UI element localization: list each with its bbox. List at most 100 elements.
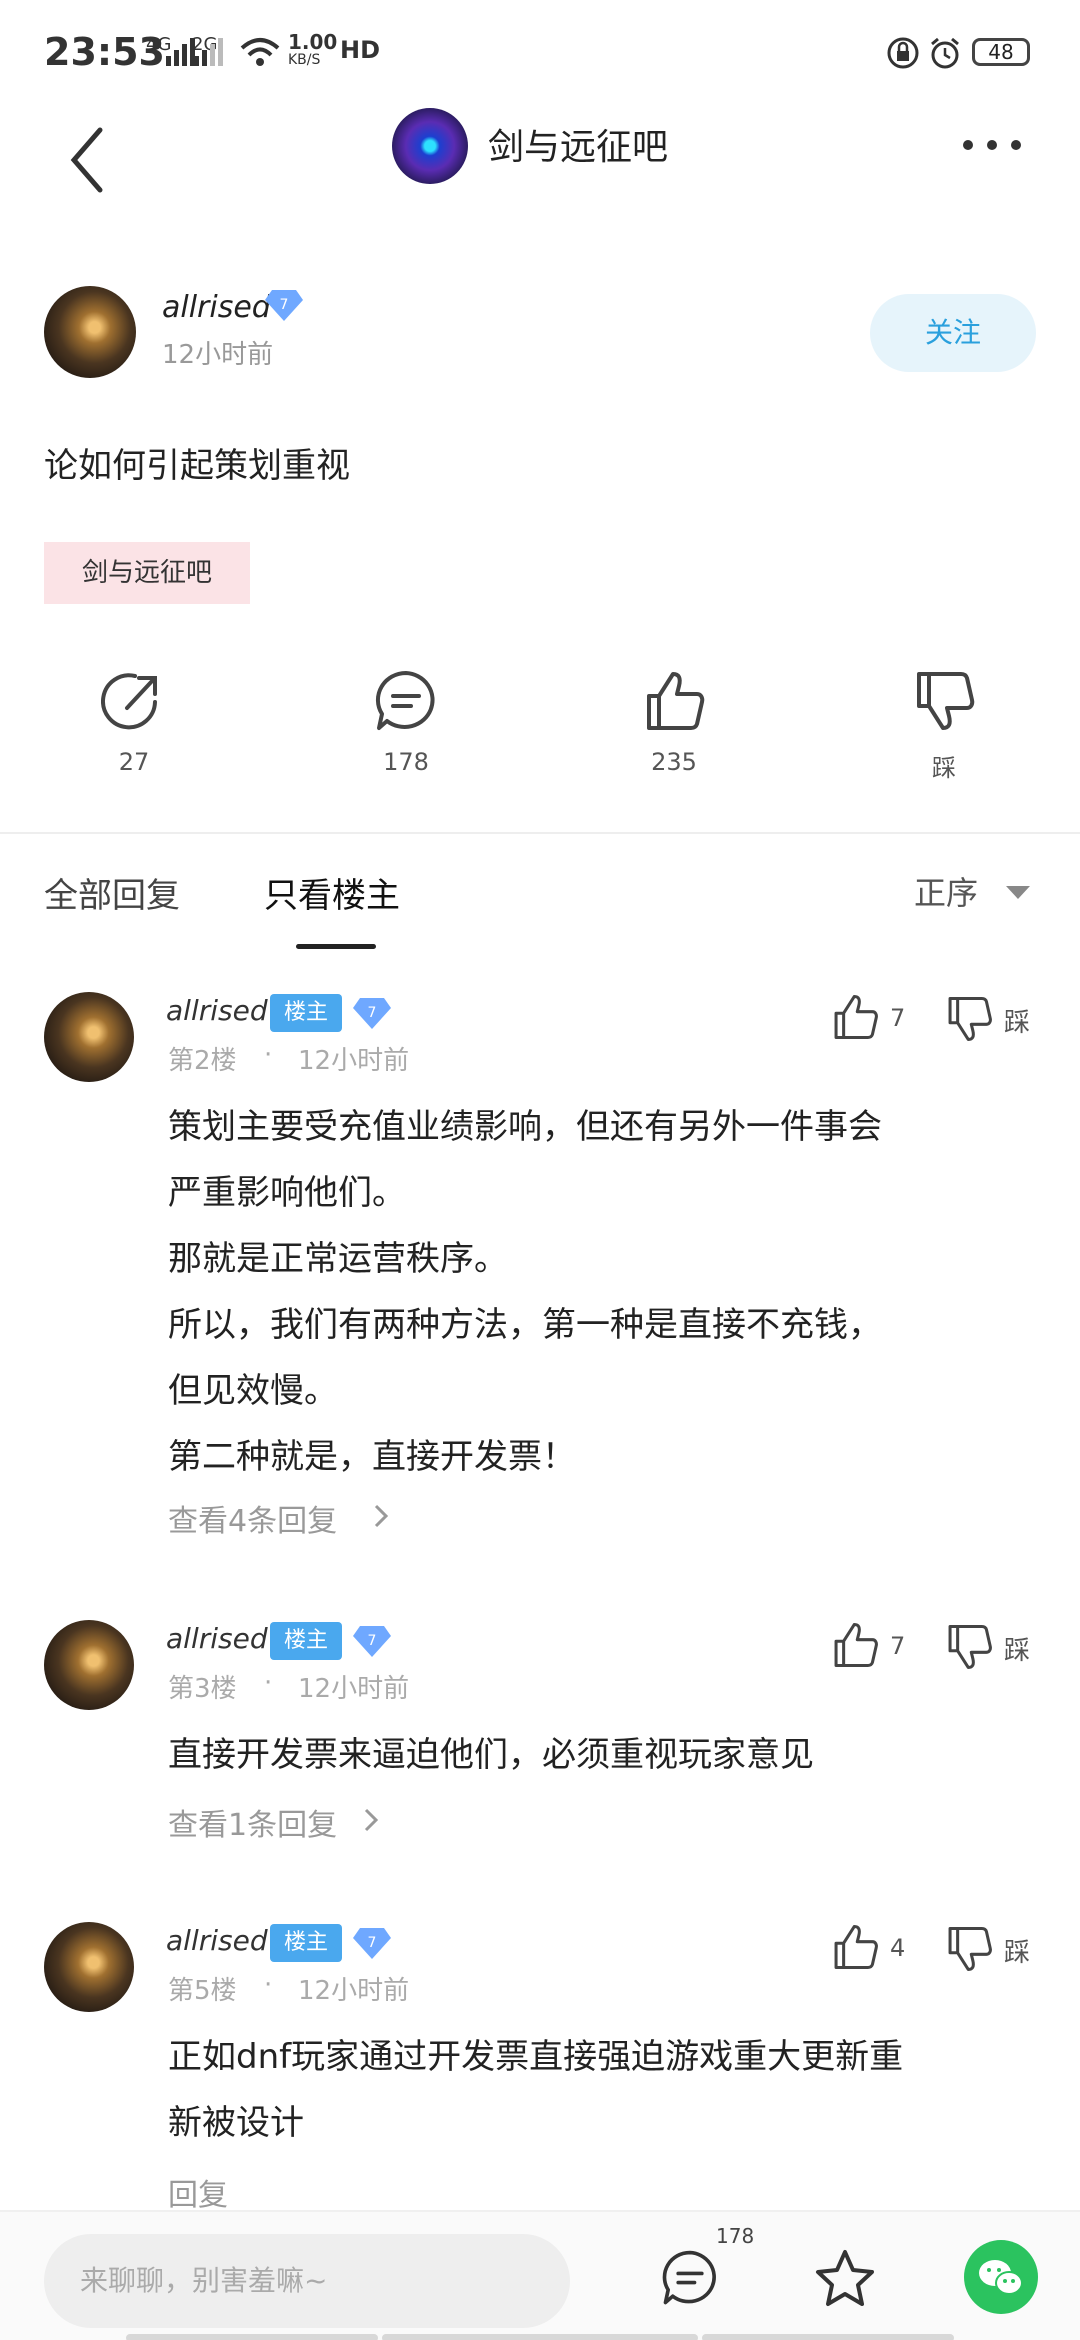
- floor-number: 第2楼: [168, 1046, 237, 1076]
- tab-host-only[interactable]: 只看楼主: [264, 868, 400, 917]
- reply-like-count: 7: [890, 1632, 906, 1660]
- battery-indicator: 48: [972, 38, 1030, 66]
- reply-line: 第二种就是，直接开发票！: [168, 1437, 576, 1477]
- reply-content: 直接开发票来逼迫他们，必须重视玩家意见: [168, 1722, 1048, 1788]
- sort-caret-icon[interactable]: [1006, 886, 1030, 899]
- more-options-icon[interactable]: [960, 130, 1024, 160]
- nav-hint-bar: [126, 2334, 378, 2340]
- reply-content: 策划主要受充值业绩影响，但还有另外一件事会 严重影响他们。 那就是正常运营秩序。…: [168, 1094, 1048, 1490]
- chevron-right-icon[interactable]: [372, 1502, 390, 1530]
- alarm-icon: [931, 37, 959, 69]
- reply-author-name[interactable]: allrised: [166, 994, 268, 1027]
- network-speed-unit: KB/S: [288, 52, 321, 68]
- share-count: 27: [118, 748, 150, 776]
- thumbs-up-icon[interactable]: [830, 1922, 880, 1972]
- forum-tag[interactable]: 剑与远征吧: [44, 542, 250, 604]
- level-number: 7: [368, 1935, 377, 1951]
- view-replies-link[interactable]: 查看1条回复: [168, 1800, 337, 1844]
- level-badge-icon: 7: [353, 1626, 391, 1657]
- floor-number: 第3楼: [168, 1674, 237, 1704]
- reply-avatar[interactable]: [44, 992, 134, 1082]
- reply-content: 正如dnf玩家通过开发票直接强迫游戏重大更新重 新被设计: [168, 2024, 1048, 2156]
- sort-order-selector[interactable]: 正序: [914, 868, 978, 914]
- dislike-action[interactable]: 踩: [884, 668, 1004, 783]
- reply-line: 所以，我们有两种方法，第一种是直接不充钱，: [168, 1305, 882, 1345]
- nav-hint-bar: [702, 2334, 954, 2340]
- comment-count: 178: [383, 748, 429, 776]
- reply-line: 正如dnf玩家通过开发票直接强迫游戏重大更新重: [168, 2037, 904, 2077]
- like-count: 235: [651, 748, 697, 776]
- level-badge-icon: 7: [353, 998, 391, 1029]
- reply-dislike-label: 踩: [1004, 1008, 1031, 1038]
- post-time: 12小时前: [162, 340, 274, 370]
- signal-2-icon: [194, 38, 223, 66]
- level-number: 7: [368, 1633, 377, 1649]
- level-badge-icon: 7: [265, 290, 303, 321]
- top-nav-bar: 剑与远征吧: [0, 100, 1080, 230]
- reply-line: 但见效慢。: [168, 1371, 338, 1411]
- reply-dislike-label: 踩: [1004, 1636, 1031, 1666]
- star-icon[interactable]: [814, 2248, 876, 2308]
- post-author-name[interactable]: allrised: [162, 290, 271, 325]
- reply-line: 新被设计: [168, 2103, 304, 2143]
- reply-line: 直接开发票来逼迫他们，必须重视玩家意见: [168, 1735, 814, 1775]
- active-tab-indicator: [296, 944, 376, 949]
- wechat-icon: [979, 2260, 1023, 2295]
- network-speed: 1.00: [288, 30, 338, 54]
- status-bar: 23:53 4G 2G 1.00 KB/S HD 48: [0, 0, 1080, 110]
- wifi-icon: [240, 38, 280, 66]
- floor-number: 第5楼: [168, 1976, 237, 2006]
- level-number: 7: [368, 1005, 377, 1021]
- bottom-comment-count: 178: [716, 2224, 755, 2248]
- post-title: 论如何引起策划重视: [44, 446, 350, 486]
- reply-line: 那就是正常运营秩序。: [168, 1239, 508, 1279]
- comment-icon: [375, 670, 435, 730]
- reply-avatar[interactable]: [44, 1922, 134, 2012]
- post-author-avatar[interactable]: [44, 286, 136, 378]
- hd-label: HD: [340, 36, 381, 64]
- bottom-bar: 来聊聊，别害羞嘛~ 178: [0, 2210, 1080, 2340]
- reply-avatar[interactable]: [44, 1620, 134, 1710]
- share-action[interactable]: 27: [74, 668, 194, 776]
- host-badge: 楼主: [270, 994, 342, 1032]
- reply-line: 严重影响他们。: [168, 1173, 406, 1213]
- reply-author-name[interactable]: allrised: [166, 1924, 268, 1957]
- reply-dislike-label: 踩: [1004, 1938, 1031, 1968]
- reply-time: 12小时前: [298, 1674, 410, 1704]
- chevron-right-icon[interactable]: [362, 1806, 380, 1834]
- host-badge: 楼主: [270, 1622, 342, 1660]
- thumbs-down-icon[interactable]: [944, 1924, 994, 1974]
- dislike-label: 踩: [932, 754, 956, 782]
- meta-separator: ·: [264, 1668, 273, 1698]
- reply-like-count: 4: [890, 1934, 906, 1962]
- like-action[interactable]: 235: [614, 668, 734, 776]
- reply-line: 策划主要受充值业绩影响，但还有另外一件事会: [168, 1107, 882, 1147]
- thumbs-down-icon: [917, 672, 975, 730]
- reply-author-name[interactable]: allrised: [166, 1622, 268, 1655]
- thumbs-up-icon: [647, 672, 705, 730]
- host-badge: 楼主: [270, 1924, 342, 1962]
- comment-icon[interactable]: [660, 2248, 720, 2308]
- reply-like-count: 7: [890, 1004, 906, 1032]
- nav-hint-bar: [382, 2334, 698, 2340]
- forum-title[interactable]: 剑与远征吧: [488, 118, 668, 170]
- rotation-lock-icon: [887, 37, 919, 69]
- comment-action[interactable]: 178: [346, 668, 466, 776]
- meta-separator: ·: [264, 1040, 273, 1070]
- reply-time: 12小时前: [298, 1976, 410, 2006]
- back-arrow-icon[interactable]: [62, 120, 118, 200]
- thumbs-down-icon[interactable]: [944, 1622, 994, 1672]
- view-replies-link[interactable]: 查看4条回复: [168, 1496, 337, 1540]
- tab-all-replies[interactable]: 全部回复: [44, 868, 180, 917]
- comment-input[interactable]: 来聊聊，别害羞嘛~: [44, 2234, 570, 2328]
- thumbs-down-icon[interactable]: [944, 994, 994, 1044]
- forum-avatar[interactable]: [392, 108, 468, 184]
- section-divider: [0, 832, 1080, 834]
- wechat-share-button[interactable]: [964, 2240, 1038, 2314]
- thumbs-up-icon[interactable]: [830, 992, 880, 1042]
- meta-separator: ·: [264, 1970, 273, 2000]
- thumbs-up-icon[interactable]: [830, 1620, 880, 1670]
- reply-link[interactable]: 回复: [168, 2170, 228, 2214]
- level-number: 7: [280, 297, 289, 313]
- follow-button[interactable]: 关注: [870, 294, 1036, 372]
